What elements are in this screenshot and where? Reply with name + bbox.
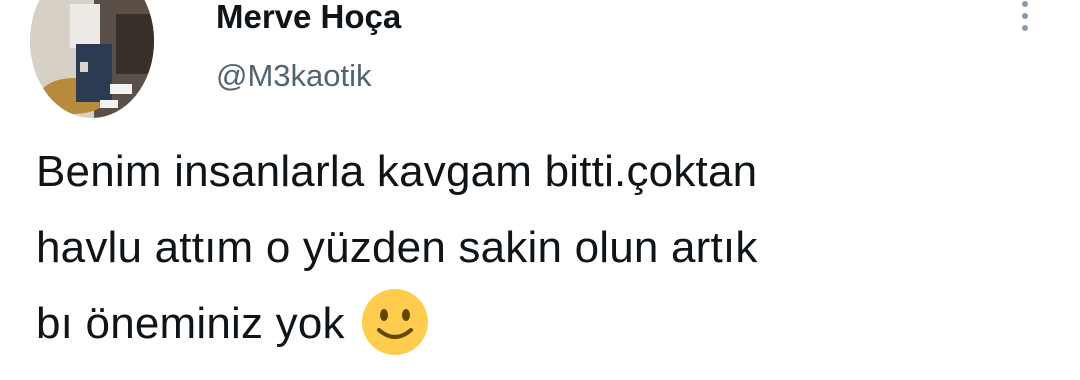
slightly-smiling-face-emoji — [361, 288, 429, 356]
tweet-line: Benim insanlarla kavgam bitti.çoktan — [36, 147, 758, 196]
more-options-button[interactable] — [1014, 0, 1036, 36]
tweet-line: bı öneminiz yok — [36, 299, 345, 348]
more-vertical-icon — [1022, 1, 1028, 31]
tweet-line: havlu attım o yüzden sakin olun artık — [36, 223, 758, 272]
avatar[interactable] — [30, 0, 154, 118]
display-name[interactable]: Merve Hoça — [216, 0, 401, 36]
tweet-line-with-emoji: bı öneminiz yok — [36, 286, 1056, 362]
user-handle[interactable]: @M3kaotik — [216, 58, 372, 94]
profile-photo — [30, 0, 154, 118]
tweet-text: Benim insanlarla kavgam bitti.çoktan hav… — [36, 134, 1056, 362]
